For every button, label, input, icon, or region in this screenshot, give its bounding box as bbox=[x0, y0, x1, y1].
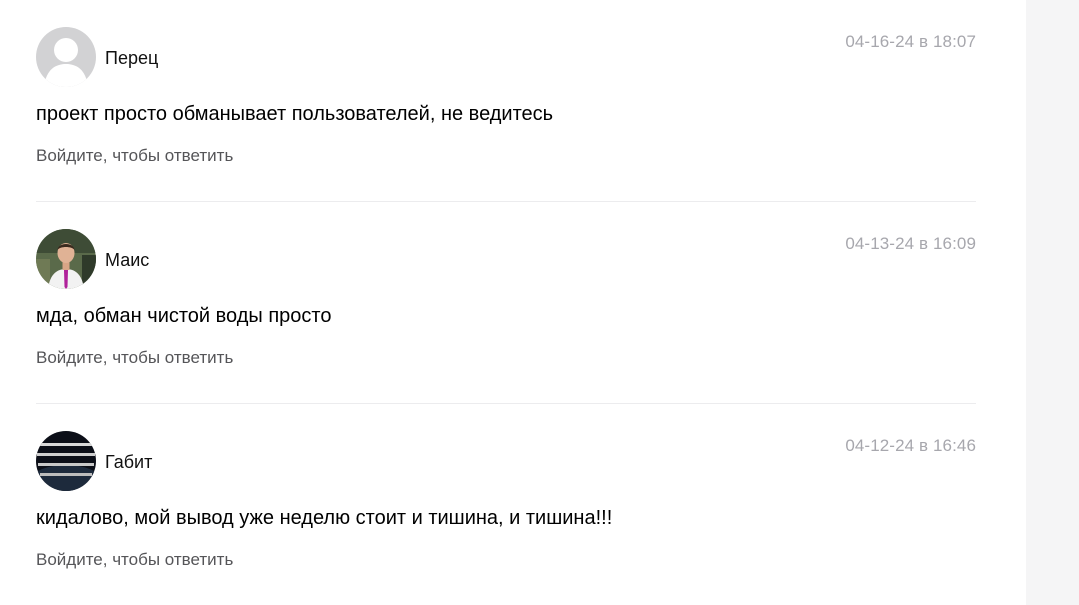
login-to-reply-link[interactable]: Войдите, чтобы ответить bbox=[36, 348, 233, 368]
avatar bbox=[36, 431, 96, 491]
right-sidebar-background bbox=[1026, 0, 1079, 605]
login-to-reply-link[interactable]: Войдите, чтобы ответить bbox=[36, 550, 233, 570]
comment-text: кидалово, мой вывод уже неделю стоит и т… bbox=[36, 507, 613, 529]
avatar bbox=[36, 27, 96, 87]
default-user-avatar-icon bbox=[36, 27, 96, 87]
login-to-reply-link[interactable]: Войдите, чтобы ответить bbox=[36, 146, 233, 166]
comment-date: 04-12-24 в 16:46 bbox=[845, 436, 976, 455]
comment-item: Маис 04-13-24 в 16:09 мда, обман чистой … bbox=[36, 202, 976, 404]
comment-date: 04-16-24 в 18:07 bbox=[845, 32, 976, 51]
user-image-icon bbox=[36, 431, 96, 491]
comment-item: Перец 04-16-24 в 18:07 проект просто обм… bbox=[36, 0, 976, 202]
avatar bbox=[36, 229, 96, 289]
comment-author: Маис bbox=[105, 250, 150, 270]
comment-author: Перец bbox=[105, 48, 159, 68]
comment-item: Габит 04-12-24 в 16:46 кидалово, мой выв… bbox=[36, 404, 976, 605]
comment-date: 04-13-24 в 16:09 bbox=[845, 234, 976, 253]
comments-list: Перец 04-16-24 в 18:07 проект просто обм… bbox=[36, 0, 976, 605]
comment-text: мда, обман чистой воды просто bbox=[36, 305, 332, 327]
user-photo-icon bbox=[36, 229, 96, 289]
comment-text: проект просто обманывает пользователей, … bbox=[36, 103, 554, 125]
comment-author: Габит bbox=[105, 452, 153, 472]
page: Перец 04-16-24 в 18:07 проект просто обм… bbox=[0, 0, 1079, 605]
